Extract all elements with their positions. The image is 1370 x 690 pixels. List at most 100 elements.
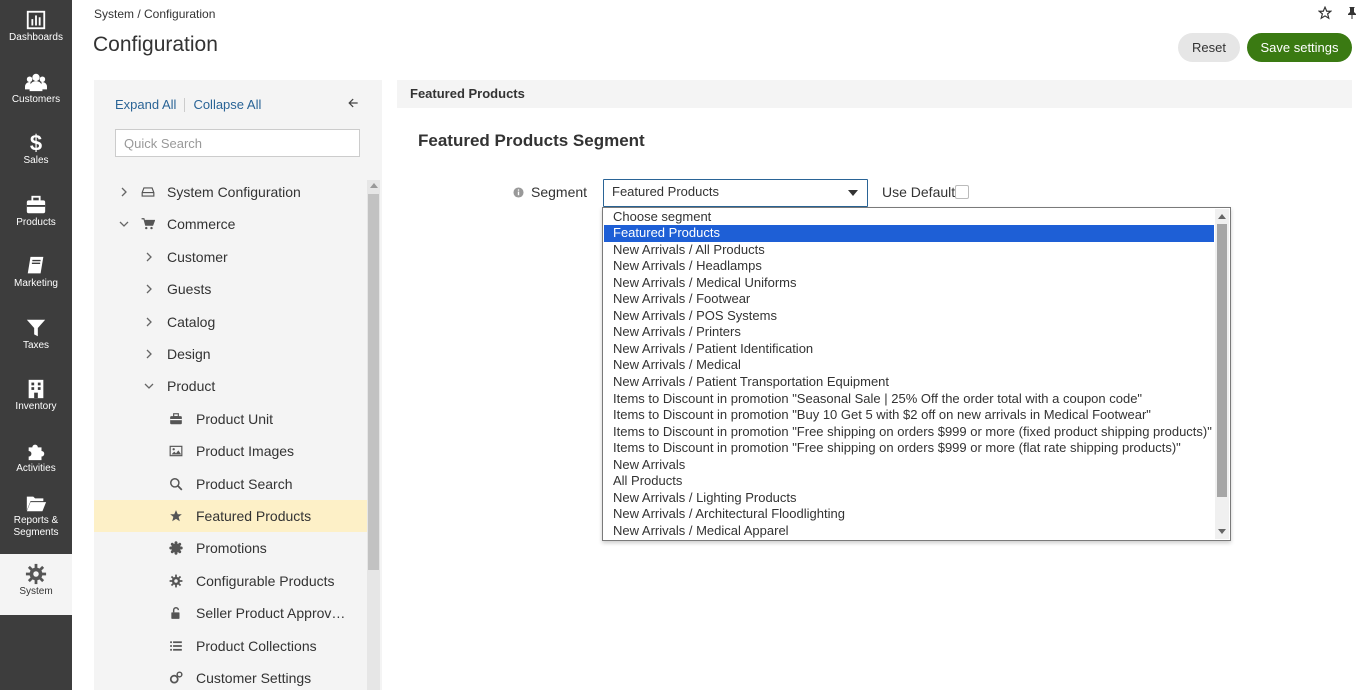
- gear-icon: [168, 573, 184, 589]
- segment-option[interactable]: All Products: [604, 473, 1214, 490]
- list-icon: [168, 638, 184, 654]
- tree-item-customer-settings[interactable]: Customer Settings: [94, 662, 367, 690]
- segment-dropdown-list: Choose segment Featured Products New Arriv…: [602, 207, 1231, 541]
- nav-item-label: Products: [16, 216, 56, 228]
- tree-item-label: Product Search: [196, 475, 293, 492]
- segment-option[interactable]: New Arrivals / Patient Identification: [604, 341, 1214, 358]
- nav-item-reports[interactable]: Reports & Segments: [0, 492, 72, 553]
- tree-item-system-configuration[interactable]: System Configuration: [94, 176, 367, 208]
- segment-option[interactable]: Items to Discount in promotion "Seasonal…: [604, 391, 1214, 408]
- segment-option[interactable]: Items to Discount in promotion "Free shi…: [604, 424, 1214, 441]
- scroll-up-icon[interactable]: [1218, 214, 1226, 219]
- tree-scrollbar[interactable]: [367, 180, 380, 690]
- star-icon[interactable]: [1317, 5, 1333, 23]
- segment-option[interactable]: New Arrivals / Medical: [604, 357, 1214, 374]
- nav-item-taxes[interactable]: Taxes: [0, 308, 72, 369]
- info-icon[interactable]: [513, 185, 524, 201]
- chevron-right-icon[interactable]: [144, 284, 154, 294]
- tree-item-commerce[interactable]: Commerce: [94, 208, 367, 240]
- tree-item-product-images[interactable]: Product Images: [94, 435, 367, 467]
- segment-option[interactable]: Choose segment: [604, 209, 1214, 226]
- nav-item-system[interactable]: System: [0, 553, 72, 615]
- divider: [184, 97, 186, 112]
- chevron-down-icon[interactable]: [144, 381, 154, 391]
- nav-item-activities[interactable]: Activities: [0, 431, 72, 492]
- scrollbar-thumb[interactable]: [368, 194, 379, 570]
- filter-icon: [0, 316, 72, 340]
- unlock-icon: [168, 605, 184, 621]
- dropdown-scrollbar[interactable]: [1215, 209, 1229, 539]
- breadcrumb[interactable]: System / Configuration: [94, 7, 215, 21]
- scrollbar-thumb[interactable]: [1217, 224, 1227, 497]
- nav-item-label: Dashboards: [9, 32, 63, 43]
- quick-search-input[interactable]: [115, 129, 360, 157]
- chevron-right-icon[interactable]: [119, 187, 129, 197]
- segment-option[interactable]: New Arrivals / Patient Transportation Eq…: [604, 374, 1214, 391]
- badge-icon: [168, 540, 184, 556]
- tree-item-seller-product-approv[interactable]: Seller Product Approv…: [94, 597, 367, 629]
- briefcase-icon: [0, 193, 72, 217]
- tree-item-design[interactable]: Design: [94, 338, 367, 370]
- nav-item-label: System: [19, 585, 53, 597]
- segment-option[interactable]: Items to Discount in promotion "Buy 10 G…: [604, 407, 1214, 424]
- nav-item-sales[interactable]: $ Sales: [0, 123, 72, 184]
- segment-option[interactable]: Featured Products: [604, 225, 1214, 242]
- tree-links: Expand All Collapse All: [115, 97, 261, 112]
- tree-item-catalog[interactable]: Catalog: [94, 306, 367, 338]
- nav-item-marketing[interactable]: Marketing: [0, 246, 72, 307]
- gear-icon: [0, 562, 72, 586]
- segment-option[interactable]: New Arrivals / Medical Uniforms: [604, 275, 1214, 292]
- nav-item-label: Reports &: [13, 515, 59, 526]
- tree-item-product-collections[interactable]: Product Collections: [94, 630, 367, 662]
- tree-item-product-search[interactable]: Product Search: [94, 468, 367, 500]
- reset-button[interactable]: Reset: [1178, 33, 1240, 62]
- main-nav: Dashboards Customers $ Sales Products Marketi…: [0, 0, 72, 690]
- scroll-down-icon[interactable]: [1218, 529, 1226, 534]
- segment-option[interactable]: New Arrivals / Footwear: [604, 291, 1214, 308]
- svg-text:$: $: [30, 132, 42, 154]
- tree-item-product[interactable]: Product: [94, 370, 367, 402]
- segment-select[interactable]: Featured Products: [603, 179, 868, 207]
- tree-item-label: Product Unit: [196, 410, 274, 427]
- segment-option[interactable]: New Arrivals / Lighting Products: [604, 490, 1214, 507]
- segment-option[interactable]: Items to Discount in promotion "Free shi…: [604, 440, 1214, 457]
- tree-item-label: Product Images: [196, 443, 295, 460]
- use-default-checkbox[interactable]: [955, 185, 969, 199]
- segment-option[interactable]: New Arrivals / POS Systems: [604, 308, 1214, 325]
- segment-option[interactable]: New Arrivals / Architectural Floodlighti…: [604, 506, 1214, 523]
- nav-item-customers[interactable]: Customers: [0, 62, 72, 123]
- nav-item-label: Activities: [16, 462, 56, 474]
- nav-item-dashboards[interactable]: Dashboards: [0, 0, 72, 61]
- chevron-right-icon[interactable]: [144, 317, 154, 327]
- book-icon: [0, 254, 72, 278]
- image-icon: [168, 443, 184, 459]
- top-icons: [1317, 5, 1358, 23]
- chevron-right-icon[interactable]: [144, 252, 154, 262]
- arrow-left-icon[interactable]: [346, 96, 360, 113]
- save-settings-button[interactable]: Save settings: [1247, 33, 1352, 62]
- collapse-all-link[interactable]: Collapse All: [193, 97, 261, 112]
- chevron-down-icon[interactable]: [119, 219, 129, 229]
- segment-option[interactable]: New Arrivals: [604, 457, 1214, 474]
- tree-item-configurable-products[interactable]: Configurable Products: [94, 565, 367, 597]
- star-icon: [168, 508, 184, 524]
- nav-item-inventory[interactable]: Inventory: [0, 369, 72, 430]
- use-default-label: Use Default: [882, 184, 956, 200]
- chevron-right-icon[interactable]: [144, 349, 154, 359]
- tree-item-customer[interactable]: Customer: [94, 241, 367, 273]
- tree-item-guests[interactable]: Guests: [94, 273, 367, 305]
- tree-item-featured-products[interactable]: Featured Products: [94, 500, 367, 532]
- scroll-up-icon[interactable]: [370, 183, 378, 188]
- search-icon: [168, 476, 184, 492]
- segment-option[interactable]: New Arrivals / Medical Apparel: [604, 523, 1214, 540]
- segment-option[interactable]: New Arrivals / Printers: [604, 324, 1214, 341]
- nav-item-products[interactable]: Products: [0, 185, 72, 246]
- expand-all-link[interactable]: Expand All: [115, 97, 176, 112]
- tree-item-product-unit[interactable]: Product Unit: [94, 403, 367, 435]
- segment-option[interactable]: New Arrivals / Headlamps: [604, 258, 1214, 275]
- drive-icon: [140, 184, 156, 200]
- tree-item-promotions[interactable]: Promotions: [94, 532, 367, 564]
- pin-icon[interactable]: [1346, 6, 1358, 23]
- segment-option[interactable]: New Arrivals / All Products: [604, 242, 1214, 259]
- section-title: Featured Products Segment: [418, 131, 645, 150]
